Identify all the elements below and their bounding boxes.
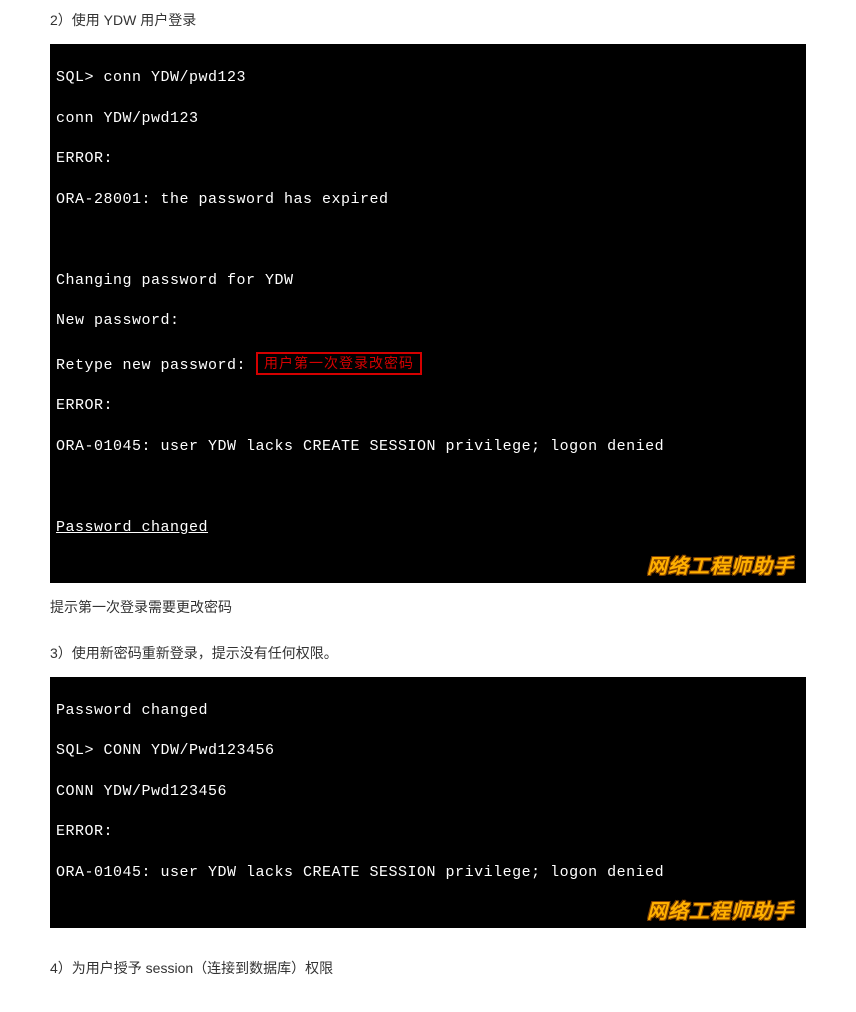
watermark-text: 网络工程师助手 — [647, 899, 794, 926]
terminal-line: New password: — [56, 311, 800, 331]
terminal-line: CONN YDW/Pwd123456 — [56, 782, 800, 802]
annotation-callout: 用户第一次登录改密码 — [256, 352, 422, 375]
terminal-line: SQL> conn YDW/pwd123 — [56, 68, 800, 88]
terminal-line: Changing password for YDW — [56, 271, 800, 291]
terminal-line-with-annotation: Retype new password: 用户第一次登录改密码 — [56, 352, 800, 376]
terminal-line: conn YDW/pwd123 — [56, 109, 800, 129]
step2-heading: 2）使用 YDW 用户登录 — [50, 10, 806, 30]
terminal-line: Password changed — [56, 701, 800, 721]
step3-heading: 3）使用新密码重新登录，提示没有任何权限。 — [50, 643, 806, 663]
terminal-line: ORA-28001: the password has expired — [56, 190, 800, 210]
terminal-line: ORA-01045: user YDW lacks CREATE SESSION… — [56, 437, 800, 457]
watermark-text: 网络工程师助手 — [647, 554, 794, 581]
terminal-line: ERROR: — [56, 149, 800, 169]
terminal-line: ERROR: — [56, 822, 800, 842]
terminal-block-1: SQL> conn YDW/pwd123 conn YDW/pwd123 ERR… — [50, 44, 806, 583]
terminal-block-2: Password changed SQL> CONN YDW/Pwd123456… — [50, 677, 806, 928]
terminal-line: ERROR: — [56, 396, 800, 416]
terminal-line: ORA-01045: user YDW lacks CREATE SESSION… — [56, 863, 800, 883]
step2-caption: 提示第一次登录需要更改密码 — [50, 597, 806, 617]
terminal-line: Password changed — [56, 518, 800, 538]
step4-heading: 4）为用户授予 session（连接到数据库）权限 — [50, 958, 806, 978]
terminal-text: Retype new password: — [56, 357, 246, 374]
terminal-line: SQL> CONN YDW/Pwd123456 — [56, 741, 800, 761]
